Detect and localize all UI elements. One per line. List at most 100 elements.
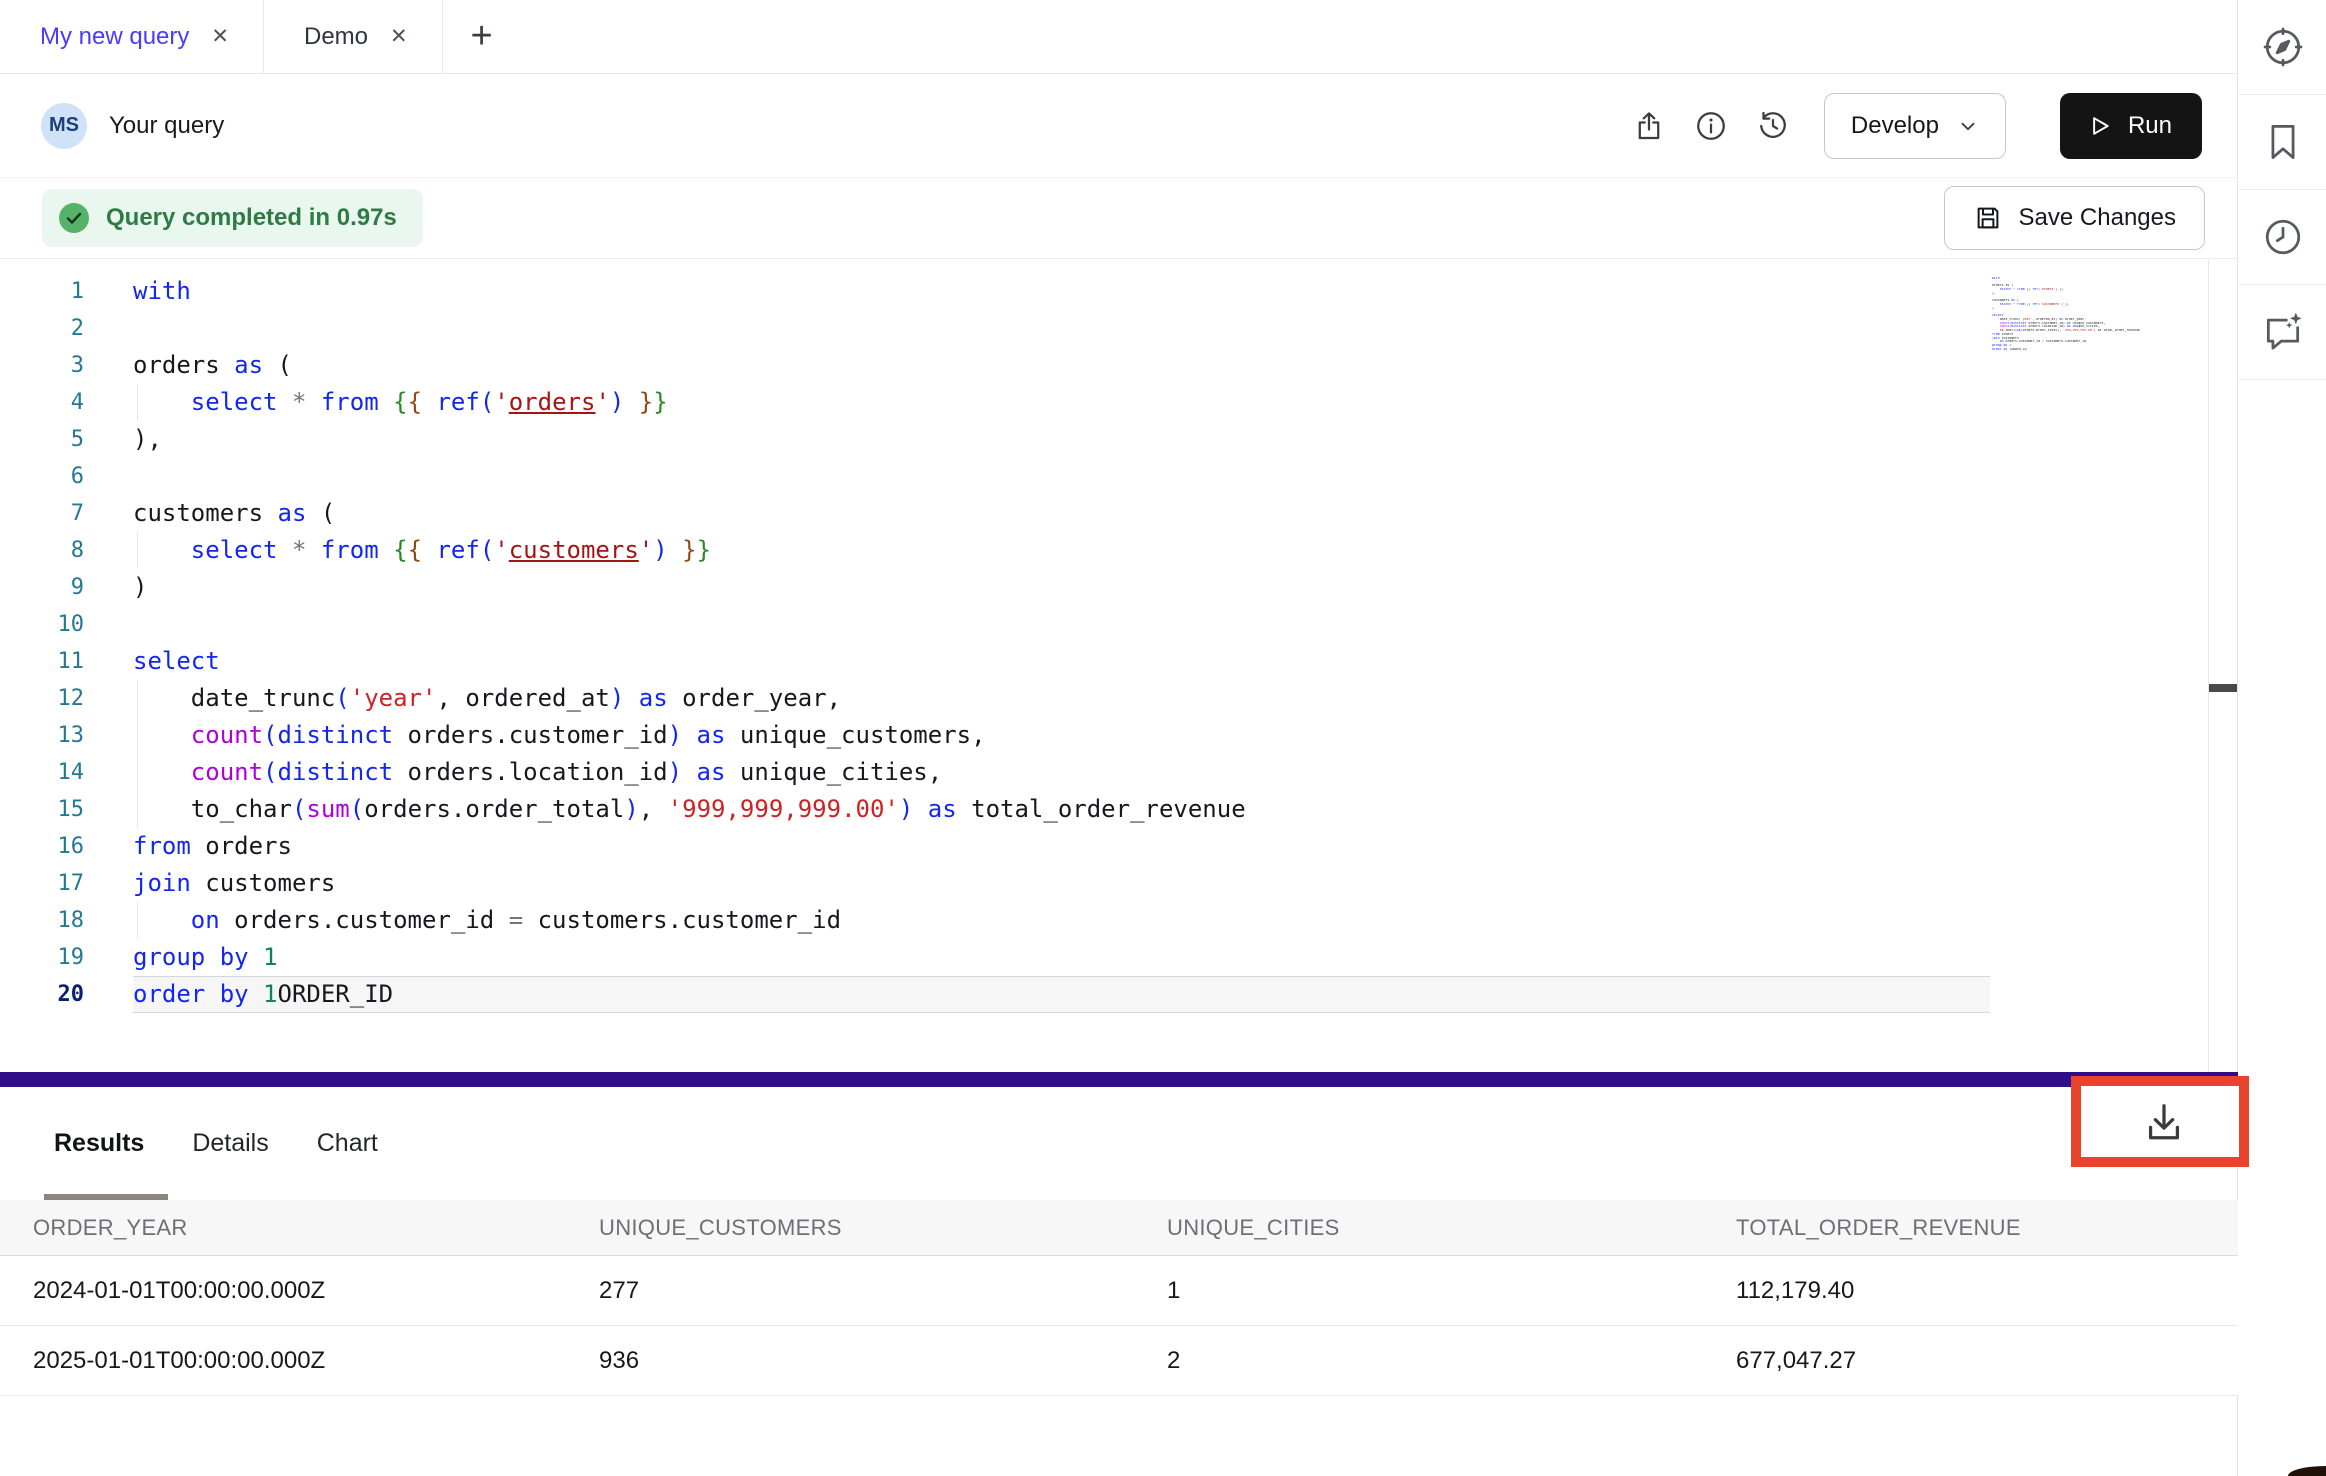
indent-guide — [137, 754, 138, 791]
line-number: 20 — [0, 976, 84, 1013]
code-line[interactable]: 18 on orders.customer_id = customers.cus… — [0, 902, 1990, 939]
history-icon[interactable] — [1756, 109, 1790, 143]
column-header: TOTAL_ORDER_REVENUE — [1736, 1215, 2238, 1241]
code-line[interactable]: 19group by 1 — [0, 939, 1990, 976]
tab-label: Demo — [304, 23, 368, 51]
code-line[interactable]: 10 — [0, 606, 1990, 643]
new-tab-button[interactable]: + — [443, 0, 521, 73]
tab-chart[interactable]: Chart — [317, 1129, 378, 1158]
line-number: 6 — [0, 458, 84, 495]
close-icon[interactable]: ✕ — [390, 24, 408, 49]
status-row: Query completed in 0.97s Save Changes — [0, 178, 2237, 259]
code-text: on orders.customer_id = customers.custom… — [133, 902, 1990, 939]
panel-resize-handle[interactable] — [0, 1072, 2238, 1087]
query-header: MS Your query Develop Run — [0, 74, 2237, 178]
line-number: 17 — [0, 865, 84, 902]
chat-sparkle-icon — [2261, 310, 2305, 354]
table-row[interactable]: 2025-01-01T00:00:00.000Z9362677,047.27 — [0, 1326, 2238, 1396]
code-line[interactable]: 11 select — [0, 643, 1990, 680]
column-header: UNIQUE_CITIES — [1167, 1215, 1736, 1241]
query-editor-window: My new query ✕ Demo ✕ + MS Your query — [0, 0, 2326, 1476]
code-line[interactable]: 7customers as ( — [0, 495, 1990, 532]
sidebar-item-history[interactable] — [2239, 190, 2326, 285]
tab-details[interactable]: Details — [192, 1129, 268, 1158]
code-line[interactable]: 12 date_trunc('year', ordered_at) as ord… — [0, 680, 1990, 717]
line-number: 4 — [0, 384, 84, 421]
code-line[interactable]: 20 order by 1ORDER_ID — [0, 976, 1990, 1013]
code-text: select * from {{ ref('customers') }} — [133, 532, 1990, 569]
sidebar-item-ai-assistant[interactable] — [2239, 285, 2326, 380]
code-line[interactable]: 17 join customers — [0, 865, 1990, 902]
code-text — [133, 310, 1990, 347]
save-changes-button[interactable]: Save Changes — [1944, 186, 2205, 250]
sidebar-item-explore[interactable] — [2239, 0, 2326, 95]
table-row[interactable]: 2024-01-01T00:00:00.000Z2771112,179.40 — [0, 1256, 2238, 1326]
table-cell: 2 — [1167, 1347, 1736, 1375]
tab-results[interactable]: Results — [54, 1129, 144, 1158]
code-text: select — [133, 643, 1990, 680]
code-editor[interactable]: 1with23orders as (4 select * from {{ ref… — [0, 260, 2238, 1072]
code-line[interactable]: 8 select * from {{ ref('customers') }} — [0, 532, 1990, 569]
code-text: count(distinct orders.location_id) as un… — [133, 754, 1990, 791]
table-cell: 677,047.27 — [1736, 1347, 2238, 1375]
table-body: 2024-01-01T00:00:00.000Z2771112,179.4020… — [0, 1256, 2238, 1396]
sidebar-item-bookmarks[interactable] — [2239, 95, 2326, 190]
indent-guide — [137, 532, 138, 569]
code-line[interactable]: 2 — [0, 310, 1990, 347]
run-label: Run — [2128, 112, 2172, 140]
line-number: 1 — [0, 273, 84, 310]
line-number: 11 — [0, 643, 84, 680]
code-text: ), — [133, 421, 1990, 458]
avatar: MS — [41, 103, 87, 149]
tab-my-new-query[interactable]: My new query ✕ — [0, 0, 264, 73]
code-text: join customers — [133, 865, 1990, 902]
develop-label: Develop — [1851, 112, 1939, 140]
share-icon[interactable] — [1632, 109, 1666, 143]
results-tab-bar: Results Details Chart — [0, 1087, 2238, 1200]
code-line[interactable]: 4 select * from {{ ref('orders') }} — [0, 384, 1990, 421]
code-line[interactable]: 14 count(distinct orders.location_id) as… — [0, 754, 1990, 791]
run-button[interactable]: Run — [2060, 93, 2202, 159]
download-button[interactable] — [2141, 1099, 2187, 1145]
editor-scrollbar-thumb[interactable] — [2209, 684, 2237, 692]
code-line[interactable]: 13 count(distinct orders.customer_id) as… — [0, 717, 1990, 754]
indent-guide — [137, 717, 138, 754]
table-cell: 1 — [1167, 1277, 1736, 1305]
code-line[interactable]: 1with — [0, 273, 1990, 310]
right-icon-sidebar — [2239, 0, 2326, 1476]
main-panel: My new query ✕ Demo ✕ + MS Your query — [0, 0, 2238, 1476]
chevron-down-icon — [1957, 115, 1979, 137]
code-line[interactable]: 3orders as ( — [0, 347, 1990, 384]
code-line[interactable]: 16 from orders — [0, 828, 1990, 865]
bookmark-icon — [2261, 120, 2305, 164]
code-text: to_char(sum(orders.order_total), '999,99… — [133, 791, 1990, 828]
code-line[interactable]: 9) — [0, 569, 1990, 606]
code-text: count(distinct orders.customer_id) as un… — [133, 717, 1990, 754]
line-number: 12 — [0, 680, 84, 717]
code-text: order by 1ORDER_ID — [133, 976, 1990, 1013]
save-icon — [1973, 203, 2003, 233]
code-text: from orders — [133, 828, 1990, 865]
line-number: 14 — [0, 754, 84, 791]
table-cell: 936 — [599, 1347, 1167, 1375]
table-cell: 277 — [599, 1277, 1167, 1305]
tab-demo[interactable]: Demo ✕ — [264, 0, 443, 73]
code-line[interactable]: 15 to_char(sum(orders.order_total), '999… — [0, 791, 1990, 828]
info-icon[interactable] — [1694, 109, 1728, 143]
code-text — [133, 458, 1990, 495]
code-line[interactable]: 6 — [0, 458, 1990, 495]
code-line[interactable]: 5), — [0, 421, 1990, 458]
table-cell: 2025-01-01T00:00:00.000Z — [33, 1347, 599, 1375]
column-header: ORDER_YEAR — [33, 1215, 599, 1241]
indent-guide — [137, 384, 138, 421]
line-number: 16 — [0, 828, 84, 865]
line-number: 18 — [0, 902, 84, 939]
editor-scrollbar[interactable] — [2208, 260, 2209, 1072]
close-icon[interactable]: ✕ — [211, 24, 229, 49]
line-number: 10 — [0, 606, 84, 643]
develop-button[interactable]: Develop — [1824, 93, 2006, 159]
code-text: date_trunc('year', ordered_at) as order_… — [133, 680, 1990, 717]
indent-guide — [137, 791, 138, 828]
table-cell: 112,179.40 — [1736, 1277, 2238, 1305]
editor-minimap[interactable]: withorders as ( select * from {{ ref('or… — [1992, 277, 2208, 351]
